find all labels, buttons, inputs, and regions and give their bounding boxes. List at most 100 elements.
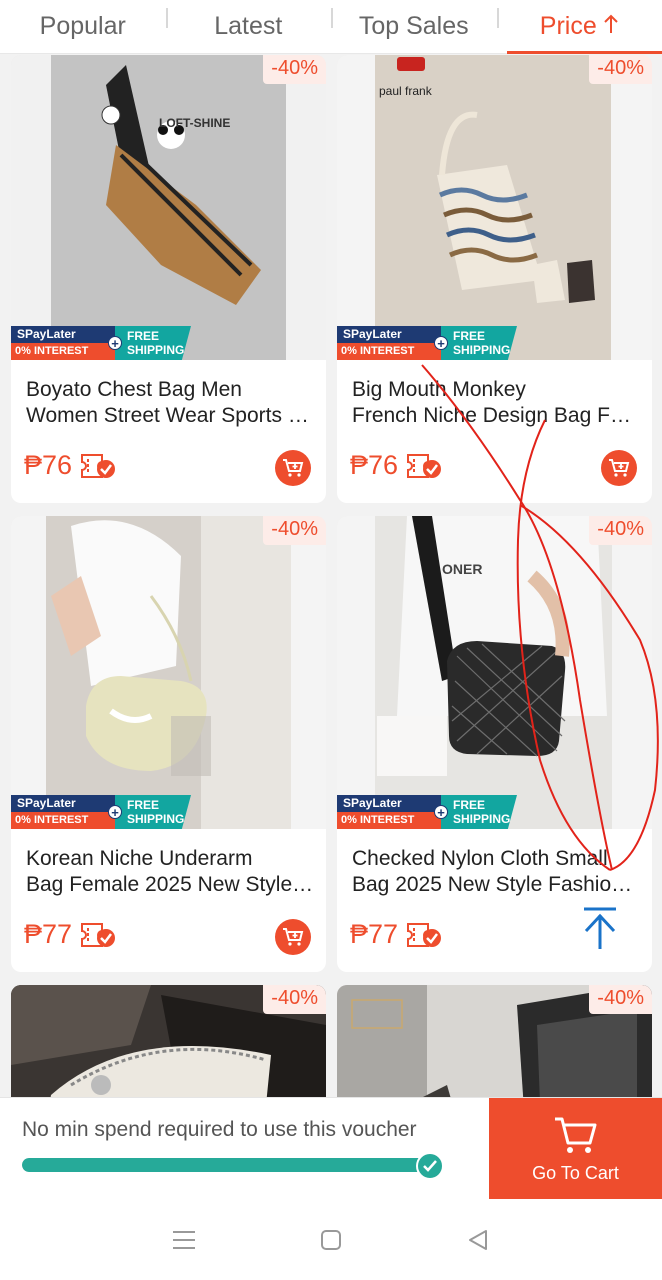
back-triangle-icon	[469, 1229, 488, 1250]
tab-label: Popular	[39, 12, 126, 40]
interest-label: 0% INTEREST	[11, 343, 115, 360]
tab-top-sales[interactable]: Top Sales	[331, 0, 497, 53]
title-line: Checked Nylon Cloth Small	[352, 847, 608, 870]
cart-plus-icon	[283, 459, 304, 477]
shipping-label: SHIPPING	[127, 812, 185, 826]
tab-latest[interactable]: Latest	[165, 0, 332, 53]
system-nav-bar	[0, 1199, 662, 1280]
menu-nav-button[interactable]	[164, 1220, 204, 1260]
product-title: Checked Nylon Cloth Small Bag 2025 New S…	[352, 846, 642, 898]
promo-badges: SPayLater 0% INTEREST + FREE SHIPPING	[11, 795, 191, 829]
product-image: ONER	[337, 516, 652, 829]
home-square-icon	[320, 1229, 341, 1250]
scroll-to-top-button[interactable]	[580, 905, 620, 953]
shipping-label: SHIPPING	[453, 343, 511, 357]
price-row: ₱76	[24, 450, 116, 481]
tab-price[interactable]: Price	[496, 0, 662, 54]
product-title: Korean Niche Underarm Bag Female 2025 Ne…	[26, 846, 316, 898]
product-card[interactable]: paul frank -40% SPayLater 0% INTEREST + F…	[337, 55, 652, 503]
voucher-bar: No min spend required to use this vouche…	[0, 1097, 662, 1200]
add-to-cart-button[interactable]	[275, 919, 311, 955]
tab-label: Top Sales	[358, 12, 469, 40]
voucher-progress-fill	[22, 1158, 442, 1172]
promo-badges: SPayLater 0% INTEREST + FREE SHIPPING	[337, 795, 517, 829]
tab-label: Price	[539, 12, 597, 40]
title-line: French Niche Design Bag Female	[352, 404, 642, 427]
spaylater-label: SPayLater	[11, 795, 115, 812]
print-text: ONER	[442, 561, 482, 577]
interest-label: 0% INTEREST	[11, 812, 115, 829]
voucher-check-icon	[406, 922, 442, 948]
tab-label: Latest	[214, 12, 283, 40]
discount-badge: -40%	[263, 516, 326, 545]
spaylater-label: SPayLater	[11, 326, 115, 343]
voucher-check-icon	[80, 922, 116, 948]
discount-badge: -40%	[263, 985, 326, 1014]
home-nav-button[interactable]	[311, 1220, 351, 1260]
interest-label: 0% INTEREST	[337, 343, 441, 360]
product-title: Boyato Chest Bag Men Women Street Wear S…	[26, 377, 316, 429]
page: Popular Latest Top Sales Price LOFT-SHIN…	[0, 0, 662, 1280]
discount-badge: -40%	[263, 55, 326, 84]
discount-badge: -40%	[589, 516, 652, 545]
product-price: ₱76	[24, 450, 73, 480]
product-card[interactable]: -40% SPayLater 0% INTEREST + FREE SHIPPING…	[11, 516, 326, 972]
spaylater-label: SPayLater	[337, 326, 441, 343]
product-image: LOFT-SHINE	[11, 55, 326, 360]
discount-badge: -40%	[589, 55, 652, 84]
go-to-cart-button[interactable]: Go To Cart	[489, 1098, 662, 1200]
promo-badges: SPayLater 0% INTEREST + FREE SHIPPING	[11, 326, 191, 360]
add-to-cart-button[interactable]	[275, 450, 311, 486]
product-price: ₱76	[350, 450, 399, 480]
spaylater-label: SPayLater	[337, 795, 441, 812]
go-to-cart-label: Go To Cart	[532, 1162, 619, 1183]
price-row: ₱76	[350, 450, 442, 481]
product-price: ₱77	[350, 919, 399, 949]
free-label: FREE	[127, 329, 160, 343]
add-to-cart-button[interactable]	[601, 450, 637, 486]
tab-popular[interactable]: Popular	[0, 0, 166, 53]
menu-icon	[172, 1230, 195, 1249]
voucher-check-icon	[80, 453, 116, 479]
product-image: paul frank	[337, 55, 652, 360]
product-card[interactable]: LOFT-SHINE -40% SPayLater 0% INTEREST + F…	[11, 55, 326, 503]
free-shipping-badge: FREE SHIPPING	[441, 326, 517, 360]
promo-badges: SPayLater 0% INTEREST + FREE SHIPPING	[337, 326, 517, 360]
title-line: Boyato Chest Bag Men	[26, 378, 242, 401]
price-row: ₱77	[350, 919, 442, 950]
title-line: Bag Female 2025 New Style Bag	[26, 873, 316, 896]
shipping-label: SHIPPING	[453, 812, 511, 826]
sort-tabs: Popular Latest Top Sales Price	[0, 0, 662, 54]
voucher-progress-bar	[22, 1158, 442, 1172]
sort-ascending-icon	[603, 14, 619, 40]
cart-plus-icon	[609, 459, 630, 477]
product-title: Big Mouth Monkey French Niche Design Bag…	[352, 377, 642, 429]
free-label: FREE	[127, 798, 160, 812]
price-row: ₱77	[24, 919, 116, 950]
title-line: Korean Niche Underarm	[26, 847, 253, 870]
plus-icon: +	[434, 805, 448, 820]
product-card[interactable]: ONER -40% SPayLater 0% INTEREST + FREE SHI…	[337, 516, 652, 972]
cart-plus-icon	[283, 928, 304, 946]
plus-icon: +	[108, 805, 122, 820]
print-text: LOFT-SHINE	[159, 116, 230, 130]
title-line: Bag 2025 New Style Fashion Bag	[352, 873, 642, 896]
discount-badge: -40%	[589, 985, 652, 1014]
brand-text: paul frank	[379, 84, 433, 98]
free-shipping-badge: FREE SHIPPING	[115, 326, 191, 360]
back-nav-button[interactable]	[458, 1220, 498, 1260]
cart-icon	[554, 1117, 596, 1153]
voucher-check-icon	[406, 453, 442, 479]
title-line: Big Mouth Monkey	[352, 378, 526, 401]
checkmark-icon	[416, 1152, 444, 1180]
plus-icon: +	[434, 336, 448, 351]
free-shipping-badge: FREE SHIPPING	[441, 795, 517, 829]
interest-label: 0% INTEREST	[337, 812, 441, 829]
product-image	[11, 516, 326, 829]
voucher-message: No min spend required to use this vouche…	[22, 1118, 417, 1141]
plus-icon: +	[108, 336, 122, 351]
title-line: Women Street Wear Sports Bag	[26, 404, 316, 427]
arrow-up-icon	[584, 907, 616, 949]
product-price: ₱77	[24, 919, 73, 949]
free-label: FREE	[453, 329, 486, 343]
